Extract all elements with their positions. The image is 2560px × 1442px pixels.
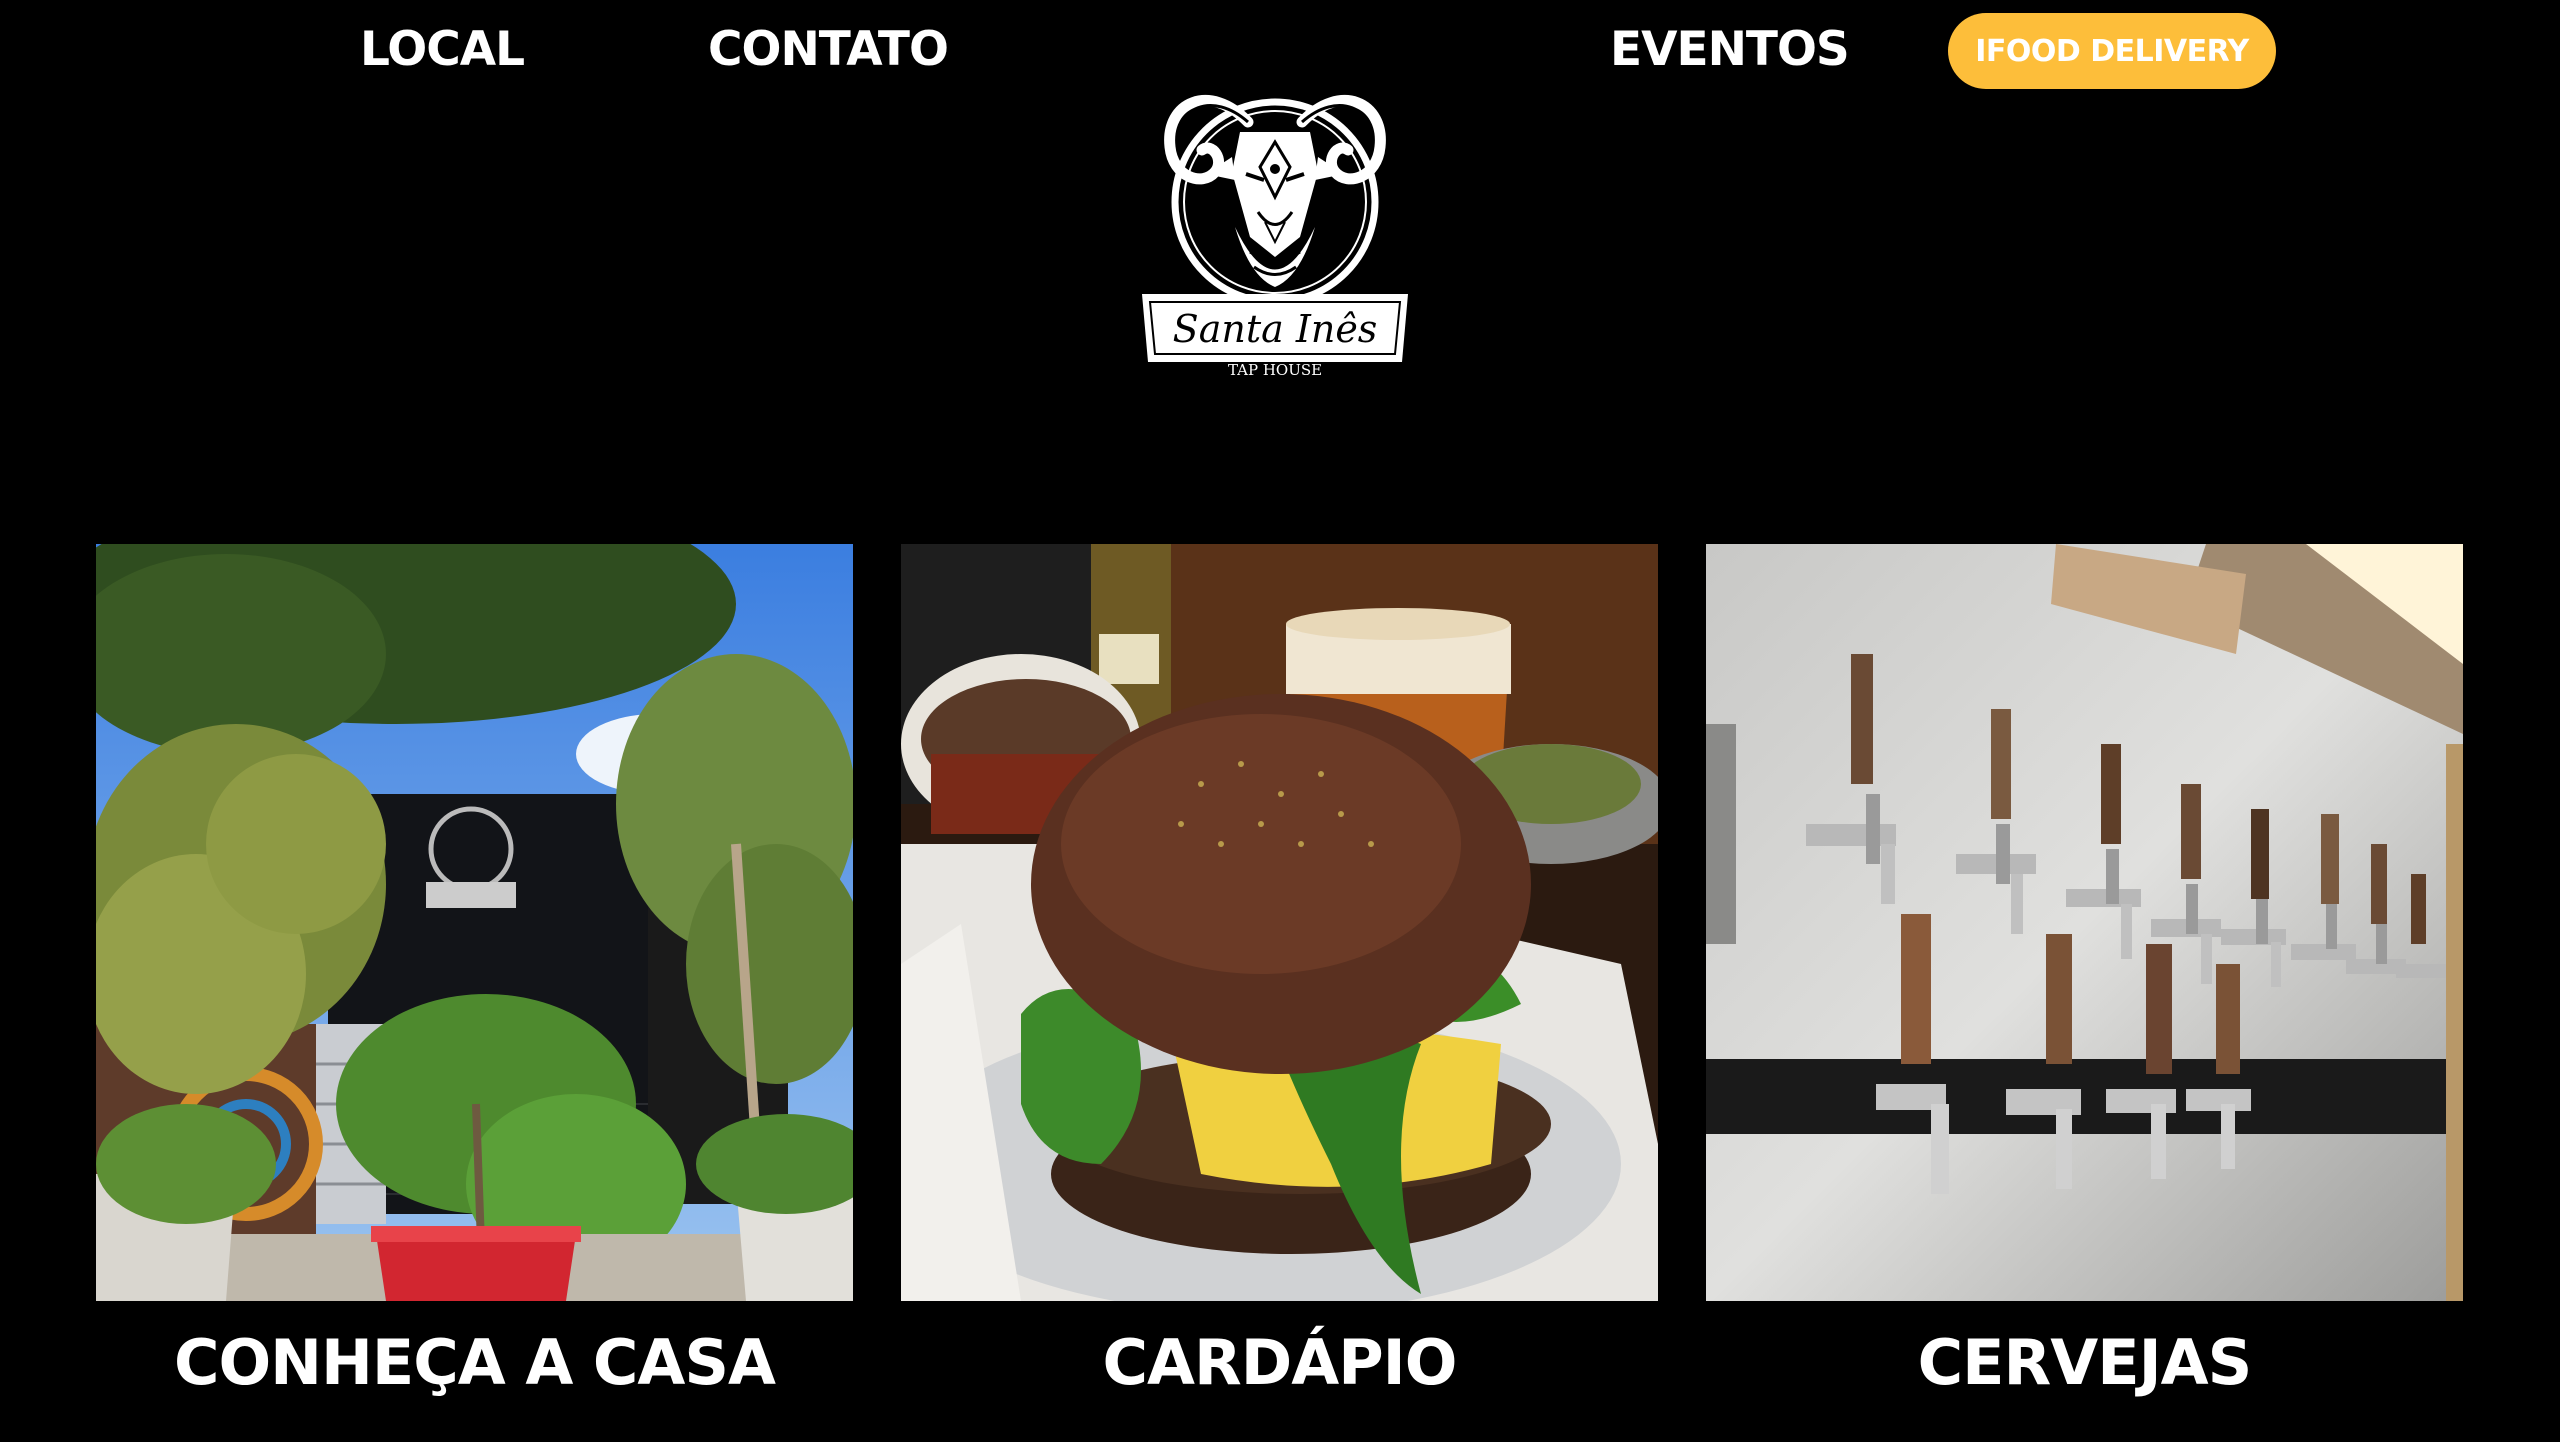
nav-local-link[interactable]: LOCAL: [360, 18, 525, 82]
card-title-cervejas[interactable]: CERVEJAS: [1706, 1323, 2463, 1403]
nav-eventos-link[interactable]: EVENTOS: [1610, 18, 1850, 82]
nav-contato-link[interactable]: CONTATO: [708, 18, 949, 82]
card-cervejas[interactable]: CERVEJAS: [1706, 544, 2463, 1403]
logo-name: Santa Inês: [1173, 307, 1378, 351]
logo-tagline: TAP HOUSE: [1228, 361, 1322, 379]
card-title-cardapio[interactable]: CARDÁPIO: [901, 1323, 1658, 1403]
ifood-delivery-button[interactable]: IFOOD DELIVERY: [1948, 13, 2276, 89]
storefront-photo[interactable]: [96, 544, 853, 1301]
page: LOCAL CONTATO EVENTOS IFOOD DELIVERY San…: [0, 0, 2560, 1442]
card-title-conheca-a-casa[interactable]: CONHEÇA A CASA: [96, 1323, 853, 1403]
card-conheca-a-casa[interactable]: CONHEÇA A CASA: [96, 544, 853, 1403]
beer-taps-photo[interactable]: [1706, 544, 2463, 1301]
card-cardapio[interactable]: CARDÁPIO: [901, 544, 1658, 1403]
santa-ines-logo[interactable]: Santa Inês TAP HOUSE: [1140, 62, 1410, 387]
ram-head-logo-icon: Santa Inês TAP HOUSE: [1142, 94, 1408, 379]
burger-photo[interactable]: [901, 544, 1658, 1301]
